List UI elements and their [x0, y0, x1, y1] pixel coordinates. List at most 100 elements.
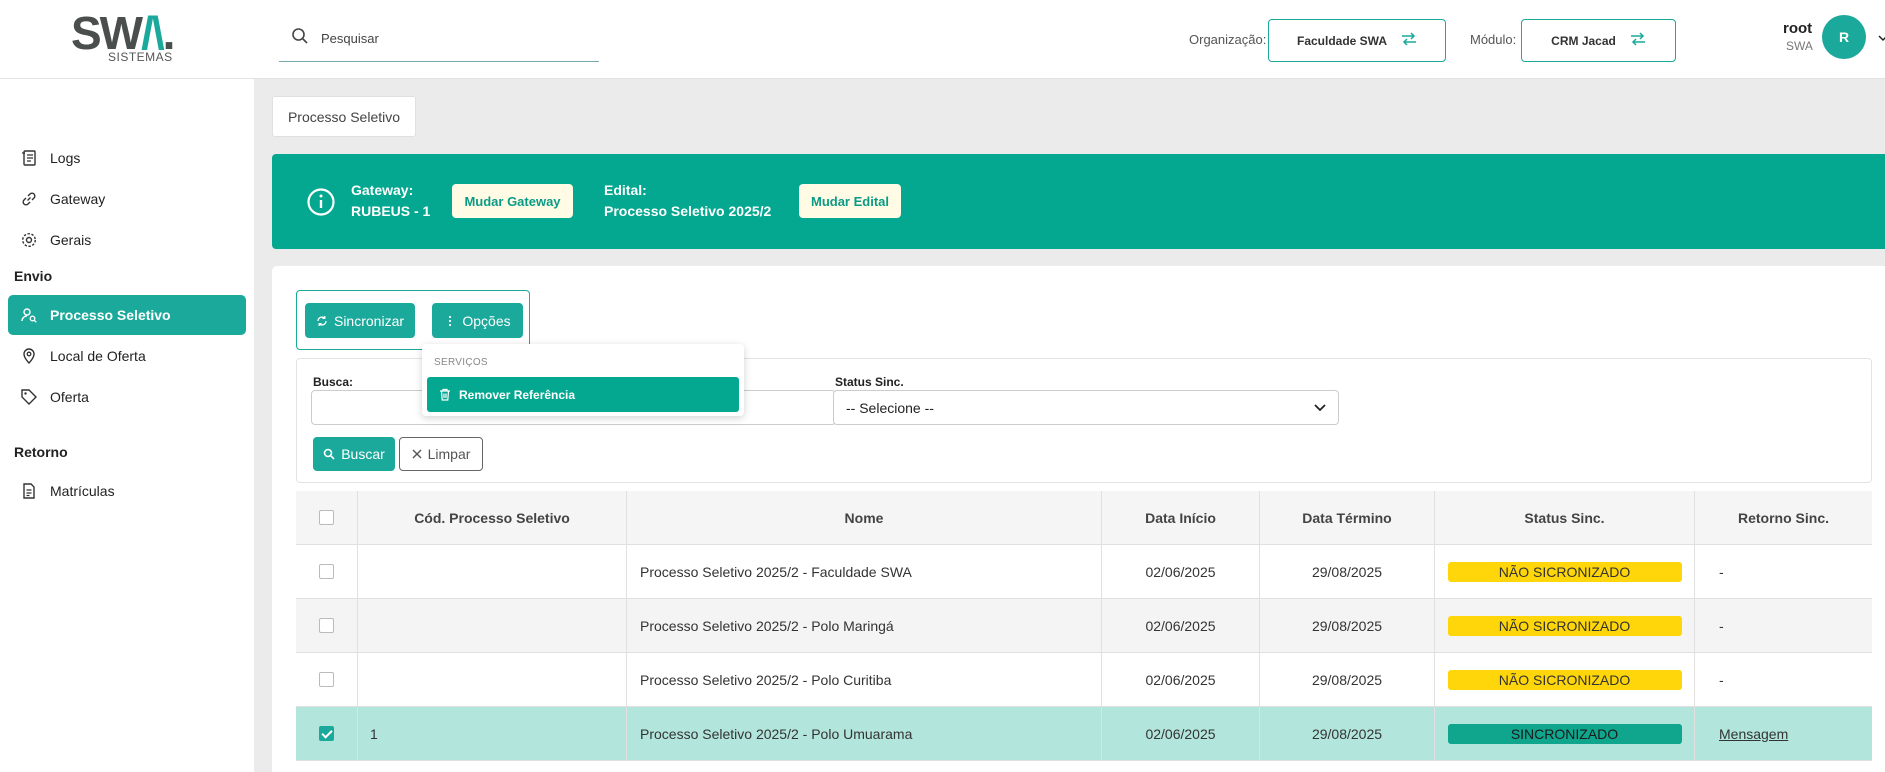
cell-data-termino: 29/08/2025 — [1260, 599, 1435, 652]
sidebar-item-oferta[interactable]: Oferta — [8, 377, 246, 417]
breadcrumb[interactable]: Processo Seletivo — [272, 96, 416, 137]
sidebar-item-gerais[interactable]: Gerais — [8, 220, 246, 260]
table-row[interactable]: Processo Seletivo 2025/2 - Polo Curitiba… — [296, 653, 1872, 707]
col-header-status[interactable]: Status Sinc. — [1435, 491, 1695, 544]
section-envio: Envio — [14, 268, 53, 284]
cell-data-termino: 29/08/2025 — [1260, 707, 1435, 760]
cell-nome: Processo Seletivo 2025/2 - Polo Maringá — [627, 599, 1102, 652]
search-button[interactable]: Buscar — [313, 437, 395, 471]
org-switch-button[interactable]: Faculdade SWA — [1268, 19, 1446, 62]
status-badge: NÃO SICRONIZADO — [1447, 561, 1682, 582]
col-header-codigo[interactable]: Cód. Processo Seletivo — [358, 491, 627, 544]
status-badge: NÃO SICRONIZADO — [1447, 615, 1682, 636]
cell-codigo — [358, 545, 627, 598]
chevron-down-icon — [1314, 404, 1326, 412]
cell-data-inicio: 02/06/2025 — [1102, 545, 1260, 598]
status-select-value: -- Selecione -- — [846, 399, 934, 416]
table-row[interactable]: Processo Seletivo 2025/2 - Polo Maringá … — [296, 599, 1872, 653]
main-card: Sincronizar Opções Busca: Status Sinc. -… — [272, 266, 1885, 772]
status-select[interactable]: -- Selecione -- — [833, 390, 1339, 425]
cell-retorno: - — [1719, 563, 1724, 580]
row-checkbox[interactable] — [319, 618, 334, 633]
chevron-down-icon[interactable] — [1878, 30, 1885, 42]
sidebar-item-label: Oferta — [50, 389, 89, 405]
sidebar-item-logs[interactable]: Logs — [8, 138, 246, 178]
search-bar[interactable] — [279, 15, 599, 62]
cell-codigo — [358, 599, 627, 652]
user-search-icon — [21, 308, 37, 323]
sidebar-item-label: Logs — [50, 150, 81, 166]
sidebar-item-matriculas[interactable]: Matrículas — [8, 471, 246, 511]
cell-codigo — [358, 653, 627, 706]
sync-button[interactable]: Sincronizar — [305, 303, 415, 338]
sidebar: Logs Gateway Gerais Envio Processo Selet… — [0, 79, 254, 772]
table-row[interactable]: 1 Processo Seletivo 2025/2 - Polo Umuara… — [296, 707, 1872, 761]
trash-icon — [440, 388, 450, 401]
change-edital-button[interactable]: Mudar Edital — [799, 184, 901, 218]
processes-table: Cód. Processo Seletivo Nome Data Início … — [296, 491, 1872, 761]
logo-subtitle: SISTEMAS — [108, 50, 173, 64]
sync-label: Sincronizar — [333, 312, 405, 329]
message-link[interactable]: Mensagem — [1719, 726, 1788, 742]
gateway-banner: Gateway: RUBEUS - 1 Mudar Gateway Edital… — [272, 154, 1885, 249]
search-button-label: Buscar — [341, 446, 385, 462]
module-value: CRM Jacad — [1551, 33, 1616, 48]
search-icon — [291, 27, 309, 50]
cell-data-termino: 29/08/2025 — [1260, 653, 1435, 706]
sidebar-item-local-de-oferta[interactable]: Local de Oferta — [8, 336, 246, 376]
edital-value: Processo Seletivo 2025/2 — [604, 203, 772, 219]
search-input[interactable] — [321, 30, 581, 46]
gear-icon — [21, 232, 37, 248]
top-bar: SW/\. SISTEMAS Organização: Faculdade SW… — [0, 0, 1885, 79]
module-label: Módulo: — [1470, 32, 1517, 47]
module-switch-button[interactable]: CRM Jacad — [1521, 19, 1676, 62]
refresh-icon — [317, 315, 327, 326]
dropdown-section-label: SERVIÇOS — [434, 357, 488, 368]
sidebar-item-processo-seletivo[interactable]: Processo Seletivo — [8, 295, 246, 335]
remove-reference-menu-item[interactable]: Remover Referência — [427, 377, 739, 412]
cell-retorno: - — [1719, 617, 1724, 634]
clear-button-label: Limpar — [427, 446, 471, 462]
gateway-value: RUBEUS - 1 — [351, 203, 431, 219]
status-badge: NÃO SICRONIZADO — [1447, 669, 1682, 690]
cell-nome: Processo Seletivo 2025/2 - Polo Umuarama — [627, 707, 1102, 760]
action-toolbar: Sincronizar Opções — [296, 290, 530, 350]
sidebar-item-gateway[interactable]: Gateway — [8, 179, 246, 219]
user-name: root — [1783, 20, 1813, 37]
sidebar-item-label: Gerais — [50, 232, 92, 248]
sidebar-item-label: Matrículas — [50, 483, 115, 499]
col-header-nome[interactable]: Nome — [627, 491, 1102, 544]
col-header-data-inicio[interactable]: Data Início — [1102, 491, 1260, 544]
select-all-checkbox[interactable] — [319, 510, 334, 525]
row-checkbox[interactable] — [319, 726, 334, 741]
document-icon — [23, 483, 35, 499]
cell-retorno: - — [1719, 671, 1724, 688]
options-label: Opções — [462, 312, 511, 329]
sidebar-item-label: Processo Seletivo — [50, 307, 171, 323]
avatar[interactable]: R — [1822, 15, 1866, 59]
more-vertical-icon — [449, 315, 452, 326]
cell-data-termino: 29/08/2025 — [1260, 545, 1435, 598]
close-icon — [412, 449, 422, 459]
tag-icon — [21, 389, 37, 405]
logs-icon — [22, 150, 36, 166]
section-retorno: Retorno — [14, 444, 68, 460]
swap-icon — [1630, 32, 1646, 49]
options-button[interactable]: Opções — [432, 303, 523, 338]
gateway-label: Gateway: — [351, 182, 414, 198]
col-header-data-termino[interactable]: Data Término — [1260, 491, 1435, 544]
info-icon — [307, 188, 335, 216]
row-checkbox[interactable] — [319, 564, 334, 579]
cell-nome: Processo Seletivo 2025/2 - Polo Curitiba — [627, 653, 1102, 706]
col-header-retorno[interactable]: Retorno Sinc. — [1695, 491, 1872, 544]
sidebar-item-label: Local de Oferta — [50, 348, 146, 364]
cell-data-inicio: 02/06/2025 — [1102, 653, 1260, 706]
cell-codigo: 1 — [358, 707, 627, 760]
clear-button[interactable]: Limpar — [399, 437, 483, 471]
table-row[interactable]: Processo Seletivo 2025/2 - Faculdade SWA… — [296, 545, 1872, 599]
cell-nome: Processo Seletivo 2025/2 - Faculdade SWA — [627, 545, 1102, 598]
change-gateway-button[interactable]: Mudar Gateway — [452, 184, 573, 218]
row-checkbox[interactable] — [319, 672, 334, 687]
edital-label: Edital: — [604, 182, 647, 198]
org-value: Faculdade SWA — [1296, 33, 1388, 48]
